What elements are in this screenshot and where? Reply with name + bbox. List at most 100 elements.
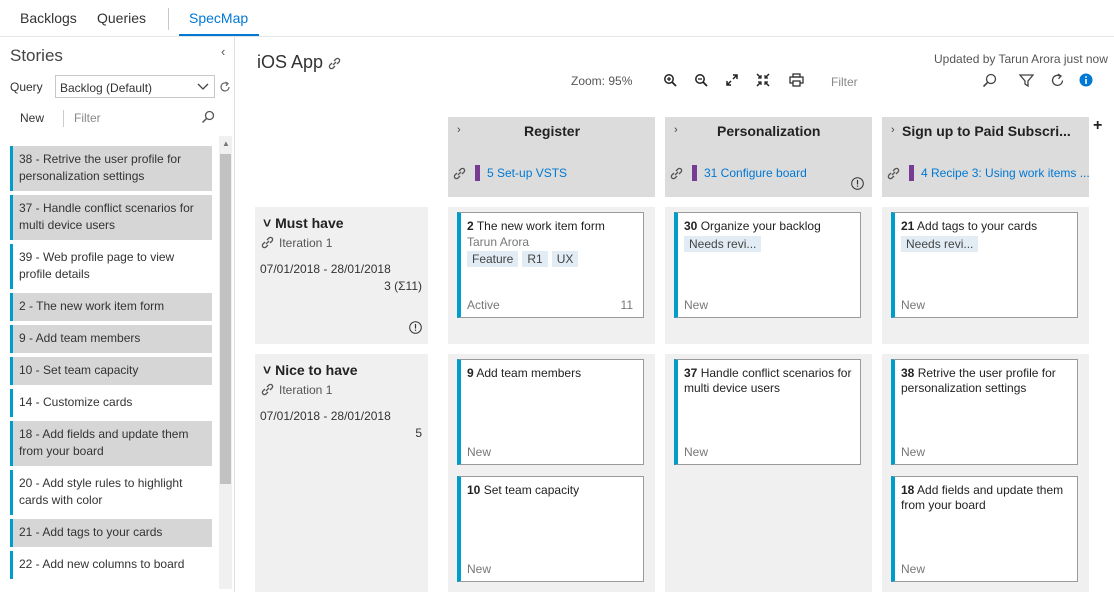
list-item[interactable]: 37 - Handle conflict scenarios for multi… [10, 195, 212, 240]
card-state[interactable]: New [467, 562, 491, 576]
stories-list: 38 - Retrive the user profile for person… [0, 145, 218, 592]
list-item[interactable]: 2 - The new work item form [10, 293, 212, 321]
list-item[interactable]: 10 - Set team capacity [10, 357, 212, 385]
work-item-card[interactable]: 21 Add tags to your cards Needs revi... … [891, 212, 1078, 318]
card-id: 2 [467, 219, 474, 233]
row-title-text: Must have [275, 215, 344, 231]
card-tags: Needs revi... [901, 236, 979, 252]
iteration-label[interactable]: Iteration 1 [279, 383, 332, 397]
query-value: Backlog (Default) [60, 81, 153, 95]
add-column-button[interactable]: + [1093, 117, 1102, 135]
card-title-text: The new work item form [476, 219, 605, 233]
iteration-label[interactable]: Iteration 1 [279, 236, 332, 250]
iteration-dates: 07/01/2018 - 28/01/2018 [260, 262, 391, 276]
card-title-text: Add tags to your cards [917, 219, 1038, 233]
row-header-nice-to-have[interactable]: ˅ Nice to have Iteration 1 07/01/2018 - … [255, 354, 428, 592]
card-effort: 11 [620, 298, 633, 312]
work-item-card[interactable]: 2 The new work item form Tarun Arora Fea… [457, 212, 644, 318]
card-title: 38 Retrive the user profile for personal… [901, 366, 1071, 396]
search-icon[interactable] [982, 73, 997, 88]
fit-to-screen-icon[interactable] [756, 73, 770, 87]
chevron-right-icon[interactable]: › [457, 124, 461, 136]
work-item-card[interactable]: 9 Add team members New [457, 359, 644, 465]
row-count: 3 (Σ11) [384, 279, 422, 293]
card-state[interactable]: New [684, 298, 708, 312]
zoom-out-icon[interactable] [694, 73, 708, 87]
link-icon [261, 236, 274, 249]
chevron-right-icon[interactable]: › [891, 124, 895, 136]
feature-link-text[interactable]: 31 Configure board [704, 166, 807, 180]
card-state[interactable]: New [901, 298, 925, 312]
list-item[interactable]: 20 - Add style rules to highlight cards … [10, 470, 212, 515]
link-icon [453, 167, 466, 179]
card-state[interactable]: New [684, 445, 708, 459]
list-item[interactable]: 38 - Retrive the user profile for person… [10, 146, 212, 191]
stories-panel: Stories ‹ Query Backlog (Default) New Fi… [0, 37, 235, 592]
filter-icon[interactable] [1019, 73, 1034, 88]
tab-queries[interactable]: Queries [97, 10, 146, 26]
card-state[interactable]: Active [467, 298, 500, 312]
scrollbar-thumb[interactable] [220, 154, 231, 484]
chevron-right-icon[interactable]: › [674, 124, 678, 136]
list-item[interactable]: 18 - Add fields and update them from you… [10, 421, 212, 466]
column-title: Personalization [717, 123, 821, 139]
active-tab-underline [179, 34, 259, 36]
card-state[interactable]: New [467, 445, 491, 459]
list-item[interactable]: 21 - Add tags to your cards [10, 519, 212, 547]
new-button[interactable]: New [20, 111, 44, 125]
feature-color-bar [475, 165, 480, 181]
filter-input[interactable]: Filter [74, 111, 101, 125]
iteration-dates: 07/01/2018 - 28/01/2018 [260, 409, 391, 423]
tab-specmap[interactable]: SpecMap [189, 10, 248, 26]
feature-link[interactable]: 5 Set-up VSTS [452, 165, 567, 181]
column-header-register[interactable]: › Register 5 Set-up VSTS [448, 117, 655, 197]
card-state[interactable]: New [901, 562, 925, 576]
expand-icon[interactable] [725, 73, 739, 87]
card-tags: Feature R1 UX [467, 251, 579, 267]
scroll-up-icon[interactable]: ▲ [222, 139, 230, 148]
column-header-personalization[interactable]: › Personalization 31 Configure board [665, 117, 872, 197]
card-title-text: Add team members [476, 366, 582, 380]
tag: Feature [467, 251, 519, 267]
row-header-must-have[interactable]: ˅ Must have Iteration 1 07/01/2018 - 28/… [255, 207, 428, 344]
list-item[interactable]: 14 - Customize cards [10, 389, 212, 417]
feature-link-text[interactable]: 4 Recipe 3: Using work items ... [921, 166, 1090, 180]
tab-backlogs[interactable]: Backlogs [20, 10, 77, 26]
chevron-down-icon[interactable]: ˅ [263, 362, 275, 378]
feature-link-text[interactable]: 5 Set-up VSTS [487, 166, 567, 180]
card-title-text: Add fields and update them from your boa… [901, 483, 1064, 512]
work-item-card[interactable]: 38 Retrive the user profile for personal… [891, 359, 1078, 465]
refresh-icon[interactable] [1050, 73, 1065, 88]
card-state[interactable]: New [901, 445, 925, 459]
list-item[interactable]: 22 - Add new columns to board [10, 551, 212, 579]
work-item-card[interactable]: 37 Handle conflict scenarios for multi d… [674, 359, 861, 465]
feature-link[interactable]: 4 Recipe 3: Using work items ... [886, 165, 1090, 181]
query-select[interactable]: Backlog (Default) [55, 75, 215, 98]
refresh-icon[interactable] [219, 81, 231, 93]
search-icon[interactable] [201, 110, 215, 124]
collapse-panel-icon[interactable]: ‹ [221, 44, 225, 59]
work-item-card[interactable]: 18 Add fields and update them from your … [891, 476, 1078, 582]
list-item[interactable]: 39 - Web profile page to view profile de… [10, 244, 212, 289]
info-icon[interactable] [851, 177, 864, 190]
zoom-in-icon[interactable] [663, 73, 677, 87]
card-id: 37 [684, 366, 698, 380]
card-title-text: Handle conflict scenarios for multi devi… [684, 366, 852, 395]
info-icon[interactable] [409, 321, 422, 334]
row-title: ˅ Must have [263, 215, 344, 231]
work-item-card[interactable]: 30 Organize your backlog Needs revi... N… [674, 212, 861, 318]
card-title: 10 Set team capacity [467, 483, 637, 498]
feature-link[interactable]: 31 Configure board [669, 165, 807, 181]
nav-divider [168, 8, 169, 30]
print-icon[interactable] [789, 73, 804, 87]
list-item[interactable]: 9 - Add team members [10, 325, 212, 353]
card-id: 21 [901, 219, 915, 233]
feature-color-bar [909, 165, 914, 181]
board-filter-input[interactable]: Filter [831, 75, 858, 89]
chevron-down-icon[interactable]: ˅ [263, 215, 275, 231]
work-item-card[interactable]: 10 Set team capacity New [457, 476, 644, 582]
column-header-sign-up[interactable]: › Sign up to Paid Subscri... 4 Recipe 3:… [882, 117, 1090, 197]
info-icon[interactable] [1079, 73, 1093, 87]
link-icon[interactable] [327, 56, 342, 71]
tag: Needs revi... [901, 236, 979, 252]
